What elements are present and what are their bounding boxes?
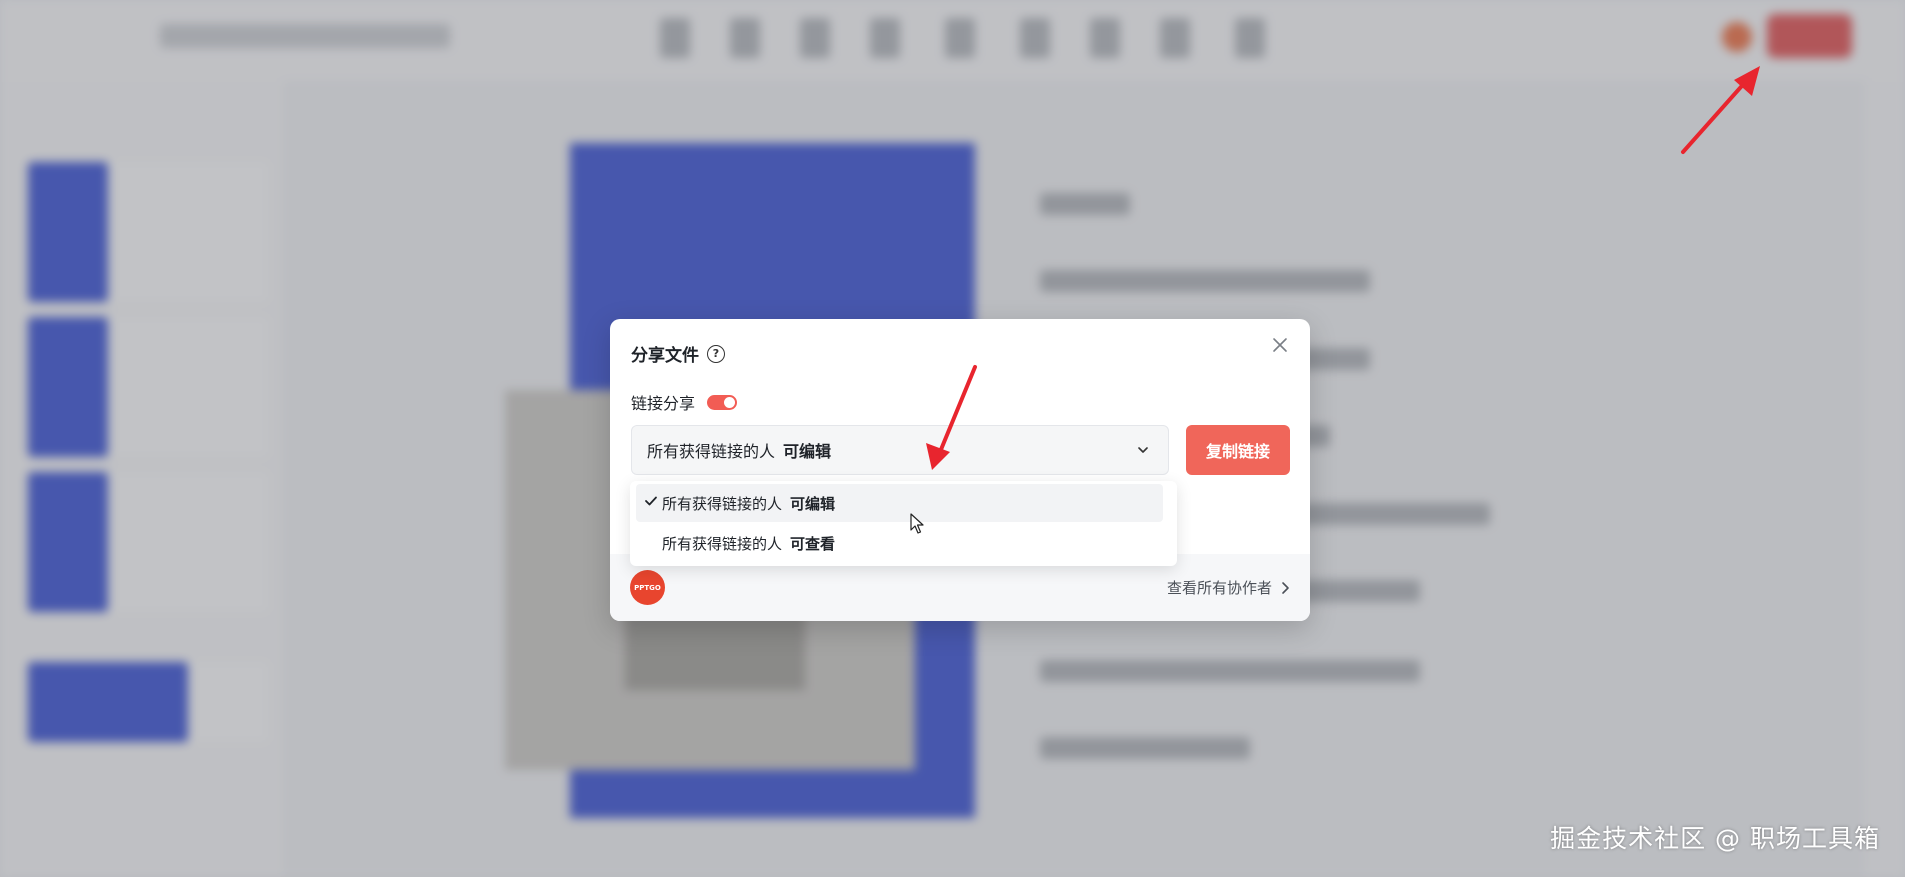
link-share-toggle[interactable] (707, 394, 738, 410)
copy-link-button[interactable]: 复制链接 (1186, 425, 1290, 475)
share-dialog: 分享文件 ? 链接分享 所有获得链接的人 可编辑 复制链接 所有获得链接的人 可… (610, 319, 1310, 621)
permission-menu: 所有获得链接的人 可编辑 所有获得链接的人 可查看 (630, 481, 1177, 566)
mouse-cursor-icon (910, 513, 924, 534)
link-share-label: 链接分享 (631, 394, 696, 413)
close-icon (1273, 338, 1287, 352)
view-collaborators-link[interactable]: 查看所有协作者 (1167, 577, 1290, 598)
avatar[interactable]: PPTGO (630, 570, 665, 605)
chevron-right-icon (1282, 581, 1289, 594)
help-icon[interactable]: ? (707, 344, 725, 363)
view-collaborators-label: 查看所有协作者 (1166, 579, 1272, 597)
watermark: 掘金技术社区 @ 职场工具箱 (1550, 824, 1880, 853)
close-button[interactable] (1268, 333, 1292, 357)
menu-item-can-view[interactable]: 所有获得链接的人 可查看 (636, 524, 1163, 562)
menu-item-can-edit[interactable]: 所有获得链接的人 可编辑 (636, 484, 1163, 522)
permission-value: 可编辑 (783, 442, 832, 461)
permission-select[interactable]: 所有获得链接的人 可编辑 (631, 425, 1169, 475)
chevron-down-icon (1138, 447, 1148, 453)
dialog-title: 分享文件 (631, 346, 699, 366)
menu-item-value: 可编辑 (790, 494, 836, 513)
link-share-row: 链接分享 (631, 390, 738, 414)
check-icon (640, 494, 662, 512)
menu-item-prefix: 所有获得链接的人 (662, 494, 783, 513)
toggle-knob (724, 396, 736, 408)
permission-prefix: 所有获得链接的人 (647, 442, 776, 461)
dialog-header: 分享文件 ? (631, 341, 725, 366)
menu-item-prefix: 所有获得链接的人 (662, 534, 783, 553)
menu-item-value: 可查看 (790, 534, 836, 553)
